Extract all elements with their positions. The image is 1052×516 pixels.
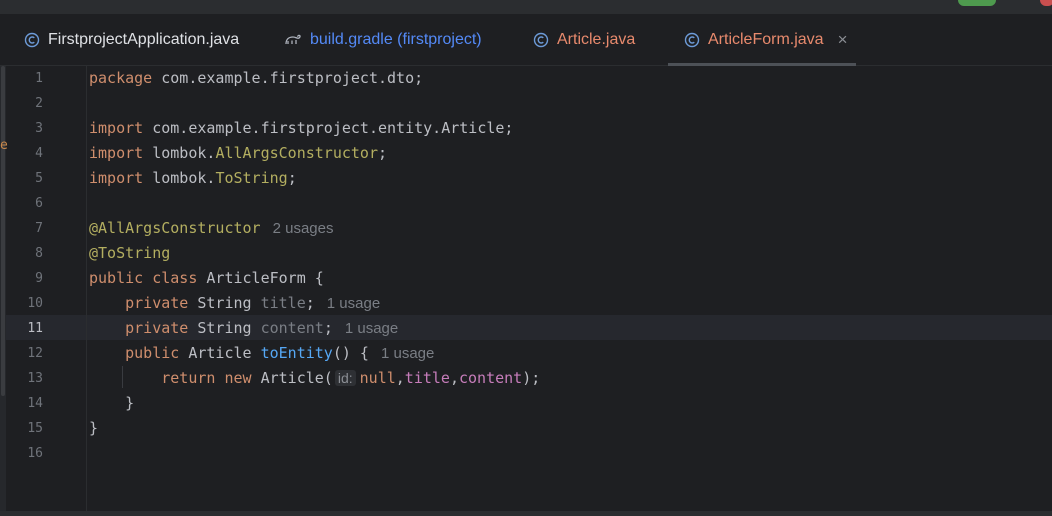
line-number: 1 [35,71,43,86]
class-c-icon [684,32,700,48]
field-name: content [260,319,324,337]
type-name: Article [179,344,261,362]
class-c-icon [533,32,549,48]
keyword: class [143,269,198,287]
annotation-name: AllArgsConstructor [215,144,378,162]
line-number: 2 [35,96,43,111]
code-text: ); [522,369,541,387]
code-text: , [395,369,405,387]
line-number: 3 [35,121,43,136]
line-number-current: 11 [27,321,43,336]
line-number: 5 [35,171,43,186]
field-name: content [458,369,523,387]
code-line[interactable]: package com.example.firstproject.dto; [89,66,423,91]
code-text: ArticleForm { [197,269,324,287]
line-number-gutter[interactable]: 1 2 3 4 5 6 7 8 9 10 11 12 13 14 15 16 [6,66,87,516]
code-text: com.example.firstproject.dto; [152,69,424,87]
keyword: return [161,369,216,387]
scrollbar-thumb[interactable] [1,66,5,396]
tab-build-gradle[interactable]: build.gradle (firstproject) [284,14,482,65]
tab-label: FirstprojectApplication.java [48,30,240,48]
usage-hint[interactable]: 1 usage [381,345,434,362]
code-text: ; [323,319,333,337]
editor-bottom-edge [0,511,1052,516]
field-name: title [260,294,306,312]
usage-hint[interactable]: 2 usages [273,220,334,237]
method-name: toEntity [260,344,333,362]
code-line[interactable]: @AllArgsConstructor 2 usages [89,216,333,241]
line-number: 7 [35,221,43,236]
code-line[interactable]: import lombok.AllArgsConstructor; [89,141,387,166]
line-number: 9 [35,271,43,286]
keyword: new [215,369,252,387]
annotation: @ToString [89,244,171,262]
code-text: lombok. [143,169,216,187]
code-text: } [89,419,99,437]
code-text: Article( [251,369,333,387]
line-number: 13 [27,371,43,386]
field-name: title [404,369,450,387]
code-text: , [449,369,459,387]
usage-hint[interactable]: 1 usage [327,295,380,312]
tab-article-form[interactable]: ArticleForm.java × [668,14,856,66]
line-number: 15 [27,421,43,436]
tab-label: ArticleForm.java [708,30,824,48]
code-line[interactable]: return new Article(id: null,title,content… [89,366,540,391]
keyword: public [125,344,180,362]
java-class-icon [24,32,40,48]
line-number: 4 [35,146,43,161]
code-text: ; [287,169,297,187]
editor-tab-bar: FirstprojectApplication.java build.gradl… [0,14,1052,66]
keyword: import [89,144,144,162]
keyword: private [125,319,189,337]
keyword: public [89,269,144,287]
code-line[interactable]: public class ArticleForm { [89,266,324,291]
keyword: null [359,369,396,387]
line-number: 8 [35,246,43,261]
code-line-current[interactable]: private String content; 1 usage [89,316,398,341]
line-number: 12 [27,346,43,361]
close-icon[interactable]: × [838,30,848,50]
tab-article[interactable]: Article.java [533,14,635,65]
code-text: ; [305,294,315,312]
keyword: private [125,294,189,312]
gutter-separator [86,66,87,516]
keyword: package [89,69,153,87]
line-number: 10 [27,296,43,311]
code-line[interactable]: @ToString [89,241,170,266]
annotation-name: ToString [215,169,288,187]
code-line[interactable]: private String title; 1 usage [89,291,380,316]
line-number: 16 [27,446,43,461]
line-number: 14 [27,396,43,411]
parameter-hint[interactable]: id: [334,370,356,386]
code-line[interactable]: } [89,416,98,441]
type-name: String [188,319,261,337]
code-text: () { [332,344,369,362]
code-line[interactable]: import com.example.firstproject.entity.A… [89,116,513,141]
tab-label: build.gradle (firstproject) [310,30,482,48]
code-text: lombok. [143,144,216,162]
keyword: import [89,169,144,187]
stop-indicator[interactable] [1040,0,1052,6]
tab-label: Article.java [557,30,636,48]
title-bar-strip [0,0,1052,14]
tab-firstproject-application[interactable]: FirstprojectApplication.java [24,14,239,65]
code-text: ; [378,144,388,162]
type-name: String [188,294,261,312]
line-number: 6 [35,196,43,211]
code-text: com.example.firstproject.entity.Article; [143,119,514,137]
run-indicator[interactable] [958,0,996,6]
code-line[interactable]: import lombok.ToString; [89,166,297,191]
code-text: } [89,394,135,412]
usage-hint[interactable]: 1 usage [345,320,398,337]
annotation: @AllArgsConstructor [89,219,261,237]
code-line[interactable]: } [89,391,134,416]
gradle-icon [284,32,302,48]
keyword: import [89,119,144,137]
code-line[interactable]: public Article toEntity() { 1 usage [89,341,434,366]
